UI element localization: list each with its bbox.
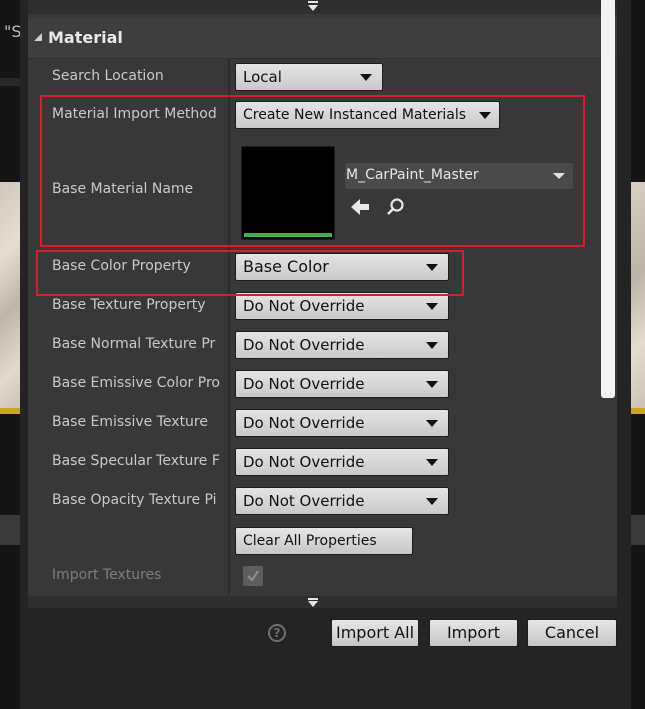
dropdown-arrow-icon xyxy=(426,264,438,271)
base-emissive-texture-label: Base Emissive Texture xyxy=(52,414,208,430)
left-toolbar-strip xyxy=(0,515,20,545)
left-editor-band xyxy=(0,78,20,86)
search-location-label: Search Location xyxy=(52,68,164,84)
base-texture-property-label: Base Texture Property xyxy=(52,297,206,313)
base-opacity-texture-value: Do Not Override xyxy=(243,492,365,510)
base-emissive-color-dropdown[interactable]: Do Not Override xyxy=(235,370,449,398)
import-textures-label: Import Textures xyxy=(52,567,162,583)
base-color-property-value: Base Color xyxy=(243,257,329,276)
base-material-asset-value: M_CarPaint_Master xyxy=(346,167,479,183)
base-opacity-texture-label: Base Opacity Texture Pi xyxy=(52,492,217,508)
dropdown-arrow-icon xyxy=(426,459,438,466)
base-normal-texture-dropdown[interactable]: Do Not Override xyxy=(235,331,449,359)
viewport-texture-right xyxy=(631,182,645,414)
chevron-down-icon xyxy=(306,1,320,13)
selection-border-left xyxy=(0,408,20,414)
material-import-method-value: Create New Instanced Materials xyxy=(243,107,467,123)
viewport-texture-left xyxy=(0,182,20,414)
dropdown-arrow-icon xyxy=(360,74,372,81)
chevron-down-icon xyxy=(306,596,320,608)
bottom-scroll-grip[interactable] xyxy=(28,596,617,608)
section-title: Material xyxy=(48,28,123,47)
help-icon[interactable]: ? xyxy=(268,624,286,642)
use-selected-arrow-icon[interactable] xyxy=(350,197,370,217)
details-panel: Material Search Location Local Material … xyxy=(28,0,617,608)
material-import-method-label: Material Import Method xyxy=(52,106,217,122)
dropdown-arrow-icon xyxy=(426,381,438,388)
base-emissive-texture-value: Do Not Override xyxy=(243,414,365,432)
material-thumbnail[interactable] xyxy=(241,146,335,240)
search-location-value: Local xyxy=(243,68,282,86)
background-text: "S xyxy=(4,22,22,41)
base-texture-property-value: Do Not Override xyxy=(243,297,365,315)
collapse-triangle-icon xyxy=(33,32,43,45)
material-import-method-dropdown[interactable]: Create New Instanced Materials xyxy=(235,101,500,129)
browse-magnifier-icon[interactable] xyxy=(386,197,406,217)
base-texture-property-dropdown[interactable]: Do Not Override xyxy=(235,292,449,320)
vertical-scrollbar-thumb[interactable] xyxy=(601,0,615,398)
dropdown-arrow-icon xyxy=(426,303,438,310)
right-toolbar-strip xyxy=(631,515,645,545)
base-specular-texture-label: Base Specular Texture F xyxy=(52,453,220,469)
base-material-name-label: Base Material Name xyxy=(52,181,194,197)
material-section-header[interactable]: Material xyxy=(28,18,617,59)
import-all-button[interactable]: Import All xyxy=(331,619,419,647)
base-emissive-color-label: Base Emissive Color Pro xyxy=(52,375,220,391)
base-normal-texture-label: Base Normal Texture Pr xyxy=(52,336,216,352)
base-opacity-texture-dropdown[interactable]: Do Not Override xyxy=(235,487,449,515)
base-material-asset-picker[interactable]: M_CarPaint_Master xyxy=(345,163,573,189)
dropdown-arrow-icon xyxy=(426,498,438,505)
import-textures-checkbox[interactable] xyxy=(243,566,263,586)
base-color-property-label: Base Color Property xyxy=(52,258,191,274)
selection-border-right xyxy=(631,408,645,414)
dropdown-arrow-icon xyxy=(553,173,565,179)
dropdown-arrow-icon xyxy=(426,420,438,427)
base-emissive-texture-dropdown[interactable]: Do Not Override xyxy=(235,409,449,437)
import-button[interactable]: Import xyxy=(429,619,518,647)
search-location-dropdown[interactable]: Local xyxy=(235,63,383,91)
base-specular-texture-dropdown[interactable]: Do Not Override xyxy=(235,448,449,476)
top-scroll-grip[interactable] xyxy=(28,0,617,14)
import-options-dialog: Material Search Location Local Material … xyxy=(20,0,631,709)
clear-all-properties-button[interactable]: Clear All Properties xyxy=(235,527,413,555)
dropdown-arrow-icon xyxy=(479,112,491,119)
checkmark-icon xyxy=(247,570,259,582)
base-normal-texture-value: Do Not Override xyxy=(243,336,365,354)
base-color-property-dropdown[interactable]: Base Color xyxy=(235,253,449,281)
base-specular-texture-value: Do Not Override xyxy=(243,453,365,471)
thumbnail-type-bar xyxy=(244,233,332,237)
column-divider[interactable] xyxy=(228,18,230,594)
dropdown-arrow-icon xyxy=(426,342,438,349)
cancel-button[interactable]: Cancel xyxy=(527,619,617,647)
base-emissive-color-value: Do Not Override xyxy=(243,375,365,393)
